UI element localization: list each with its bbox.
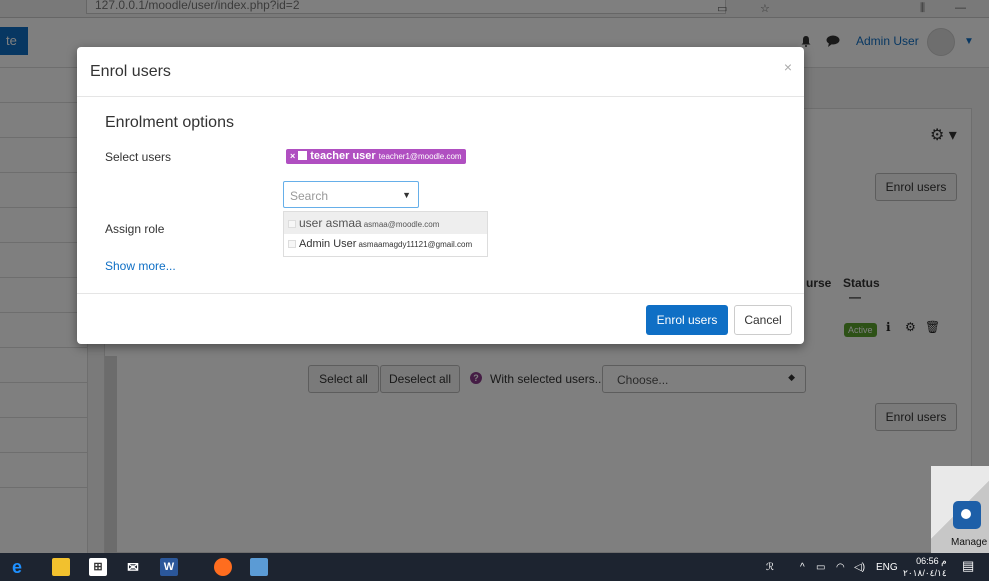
- clock-time: 06:56 م: [916, 556, 947, 566]
- remove-icon[interactable]: ×: [290, 151, 295, 161]
- word-icon[interactable]: W: [160, 558, 178, 576]
- store-icon[interactable]: ⊞: [89, 558, 107, 576]
- dropdown-arrow-icon[interactable]: ▼: [402, 190, 411, 200]
- people-icon[interactable]: ℛ: [766, 562, 774, 573]
- cancel-button[interactable]: Cancel: [734, 305, 792, 335]
- manage-logo-icon: [953, 501, 981, 529]
- modal-footer: Enrol users Cancel: [77, 293, 804, 344]
- suggestion-email: asmaamagdy11121@gmail.com: [358, 240, 473, 249]
- clock-date: ٢٠١٨/٠٤/١٤: [903, 568, 947, 578]
- show-more-link[interactable]: Show more...: [105, 259, 176, 273]
- taskbar: e ⊞ ✉ W ℛ ^ ▭ ◠ ◁) ENG 06:56 م ٢٠١٨/٠٤/١…: [0, 553, 989, 581]
- modal-header: Enrol users ×: [77, 47, 804, 97]
- firefox-icon[interactable]: [214, 558, 232, 576]
- suggestion-email: asmaa@moodle.com: [363, 220, 440, 229]
- battery-icon[interactable]: ▭: [816, 562, 825, 573]
- file-explorer-icon[interactable]: [52, 558, 70, 576]
- search-placeholder: Search: [290, 189, 329, 203]
- suggestion-name: user asmaa: [299, 216, 362, 230]
- suggestion-item[interactable]: user asmaa asmaa@moodle.com: [284, 212, 487, 234]
- close-icon[interactable]: ×: [784, 59, 792, 75]
- enrol-users-dialog: Enrol users × Enrolment options Select u…: [77, 47, 804, 344]
- edge-icon[interactable]: e: [8, 558, 26, 576]
- user-picture-icon: [288, 240, 296, 248]
- virtualbox-icon[interactable]: [250, 558, 268, 576]
- enrolment-options-legend[interactable]: Enrolment options: [105, 114, 234, 132]
- clock[interactable]: 06:56 م ٢٠١٨/٠٤/١٤: [903, 555, 947, 579]
- modal-body: Enrolment options Select users × teacher …: [77, 97, 804, 293]
- volume-icon[interactable]: ◁): [854, 562, 865, 573]
- wifi-icon[interactable]: ◠: [836, 562, 845, 573]
- chip-name: teacher user: [310, 150, 376, 162]
- user-picture-icon: [298, 151, 308, 160]
- select-users-label: Select users: [105, 150, 172, 164]
- search-input[interactable]: Search ▼: [283, 181, 419, 208]
- selected-user-chip[interactable]: × teacher user teacher1@moodle.com: [286, 149, 466, 164]
- assign-role-label: Assign role: [105, 222, 165, 236]
- suggestion-name: Admin User: [299, 238, 357, 250]
- modal-title: Enrol users: [90, 63, 171, 80]
- suggestion-item[interactable]: Admin User asmaamagdy11121@gmail.com: [284, 234, 487, 256]
- chip-email: teacher1@moodle.com: [378, 152, 462, 161]
- manage-label: Manage: [951, 537, 988, 548]
- user-picture-icon: [288, 220, 296, 228]
- notifications-icon[interactable]: ▤: [962, 558, 974, 574]
- chevron-up-icon[interactable]: ^: [800, 562, 805, 573]
- mail-icon[interactable]: ✉: [124, 558, 142, 576]
- user-suggestions-list: user asmaa asmaa@moodle.com Admin User asm…: [283, 211, 488, 257]
- enrol-users-submit-button[interactable]: Enrol users: [646, 305, 728, 335]
- language-indicator[interactable]: ENG: [876, 562, 898, 573]
- manage-widget[interactable]: Manage: [931, 466, 989, 553]
